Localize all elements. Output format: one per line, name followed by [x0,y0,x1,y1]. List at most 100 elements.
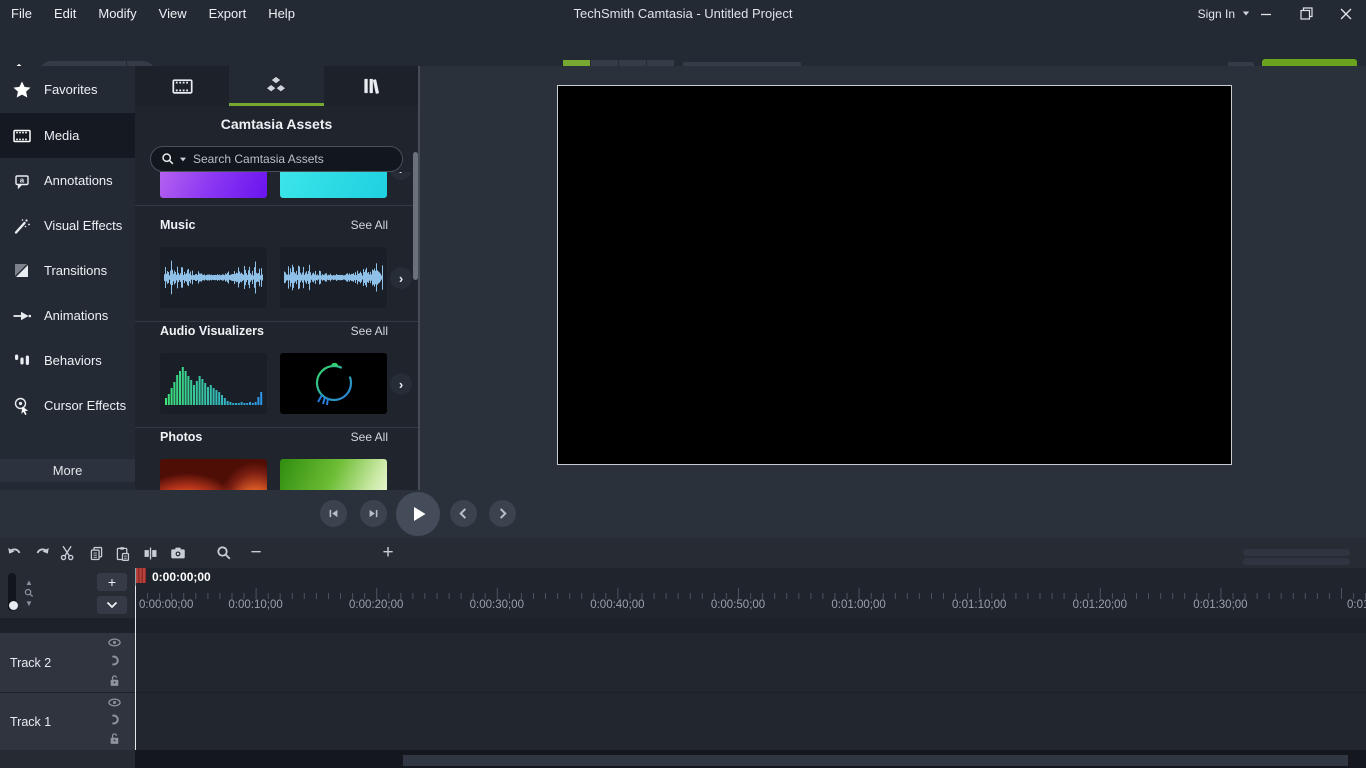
photos-see-all-link[interactable]: See All [351,430,388,444]
playhead-time: 0:00:00;00 [152,570,211,584]
tab-camtasia-assets[interactable] [229,66,323,106]
transitions-icon [0,261,44,281]
track-row: Track 2 [0,633,1366,692]
step-back-button[interactable] [320,500,347,527]
sidebar-item-behaviors[interactable]: Behaviors [0,338,135,383]
restore-button[interactable] [1286,0,1326,27]
library-books-icon [360,75,382,97]
audio-visualizers-scroll-right-chevron[interactable]: › [390,373,412,395]
audio-visualizers-section-header: Audio Visualizers See All [160,324,388,338]
music-scroll-right-chevron[interactable]: › [390,267,412,289]
filmstrip-icon [171,75,194,98]
assets-panel: Camtasia Assets › Music See All › Audio … [135,66,420,490]
photo-fire-thumbnail[interactable] [160,459,267,490]
animations-arrow-icon [0,306,44,326]
redo-button[interactable] [30,541,54,565]
asset-thumbnail-gradient-cyan[interactable] [280,172,387,198]
track-height-handle[interactable] [9,601,18,610]
tab-library[interactable] [324,66,418,106]
sidebar-item-annotations[interactable]: a Annotations [0,158,135,203]
sign-in-button[interactable]: Sign In [1198,0,1250,27]
audio-visualizer-circle-thumbnail[interactable] [280,353,387,414]
asset-thumbnail-gradient-purple[interactable] [160,172,267,198]
music-see-all-link[interactable]: See All [351,218,388,232]
zoom-out-button[interactable]: − [244,541,268,565]
menu-bar: TechSmith Camtasia - Untitled Project Fi… [0,0,1366,27]
zoom-in-button[interactable]: + [376,541,400,565]
screenshot-button[interactable] [166,541,190,565]
menu-view[interactable]: View [148,0,198,27]
panel-tabs [135,66,418,106]
photo-nature-thumbnail[interactable] [280,459,387,490]
copy-button[interactable] [84,541,108,565]
horizontal-scrollbar-thumb[interactable] [403,755,1348,766]
minimize-button[interactable] [1246,0,1286,27]
svg-text:a: a [20,175,25,184]
track-lock-icon[interactable] [109,674,120,687]
menu-modify[interactable]: Modify [87,0,147,27]
scroll-right-chevron[interactable]: › [390,172,412,180]
undo-button[interactable] [3,541,27,565]
previous-clip-button[interactable] [450,500,477,527]
menu-file[interactable]: File [0,0,43,27]
next-clip-button[interactable] [489,500,516,527]
play-button[interactable] [396,492,440,536]
music-asset-thumbnail[interactable] [160,247,267,308]
playhead-out-handle[interactable] [136,568,146,583]
add-track-button[interactable]: + [97,573,127,591]
menu-edit[interactable]: Edit [43,0,87,27]
photos-section-header: Photos See All [160,430,388,444]
sidebar-item-media[interactable]: Media [0,113,135,158]
sidebar-more-button[interactable]: More [0,459,135,482]
ruler-ticks [135,586,1366,599]
music-asset-thumbnail[interactable] [280,247,387,308]
ruler-labels: 0:00:00;00 0:00:10;00 0:00:20;00 0:00:30… [135,599,1366,616]
track-zoom-mini-control[interactable]: ▲ ▼ [21,572,37,614]
assets-search-input[interactable] [191,151,392,167]
step-forward-button[interactable] [360,500,387,527]
camtasia-window: TechSmith Camtasia - Untitled Project Fi… [0,0,1366,768]
track-visibility-eye-icon[interactable] [108,698,121,707]
menu-help[interactable]: Help [257,0,306,27]
panel-scrollbar[interactable] [413,152,418,280]
collapse-tracks-button[interactable] [97,596,127,614]
magic-wand-icon [0,216,44,236]
timeline-scroll-indicator-top[interactable] [1243,549,1350,556]
sidebar-item-cursor-effects[interactable]: Cursor Effects [0,383,135,428]
timeline-zoom-icon [212,541,236,565]
cursor-effects-icon [0,396,44,416]
track-visibility-eye-icon[interactable] [108,638,121,647]
track-magnet-icon[interactable] [108,654,121,667]
timeline-left-controls: ▲ ▼ + [0,568,135,618]
cut-button[interactable] [56,541,80,565]
media-icon [0,126,44,146]
playhead-line[interactable] [135,586,136,750]
audio-visualizers-see-all-link[interactable]: See All [351,324,388,338]
tab-media-bin[interactable] [135,66,229,106]
timeline-scroll-indicator-bottom[interactable] [1243,558,1350,565]
assets-search-box[interactable] [150,146,403,172]
timeline-tracks: Track 2 Track 1 [0,618,1366,750]
sidebar-item-animations[interactable]: Animations [0,293,135,338]
paste-button[interactable] [110,541,134,565]
track-1-header[interactable]: Track 1 [0,693,135,750]
sidebar-item-favorites[interactable]: Favorites [0,66,135,113]
timeline-ruler[interactable]: 0:00:00;00 0:00:00;00 0:00:10;00 0:00:20… [135,568,1366,618]
sidebar-item-transitions[interactable]: Transitions [0,248,135,293]
audio-visualizer-bars-thumbnail[interactable] [160,353,267,414]
close-button[interactable] [1326,0,1366,27]
assets-scroll-area: › Music See All › Audio Visualizers See … [135,172,418,490]
track-magnet-icon[interactable] [108,713,121,726]
annotations-icon: a [0,171,44,191]
preview-canvas[interactable] [557,85,1232,465]
track-2-header[interactable]: Track 2 [0,633,135,692]
split-button[interactable] [138,541,162,565]
track-lock-icon[interactable] [109,732,120,745]
menu-export[interactable]: Export [198,0,258,27]
timeline-horizontal-scrollbar [0,750,1366,768]
track-row: Track 1 [0,693,1366,750]
search-filter-chevron[interactable] [180,157,186,161]
sidebar-item-visual-effects[interactable]: Visual Effects [0,203,135,248]
playback-bar: 00:00 / 00:00 30 fps Properties [0,490,1366,538]
sidebar: Favorites Media a Annotations Visual Eff… [0,66,135,490]
